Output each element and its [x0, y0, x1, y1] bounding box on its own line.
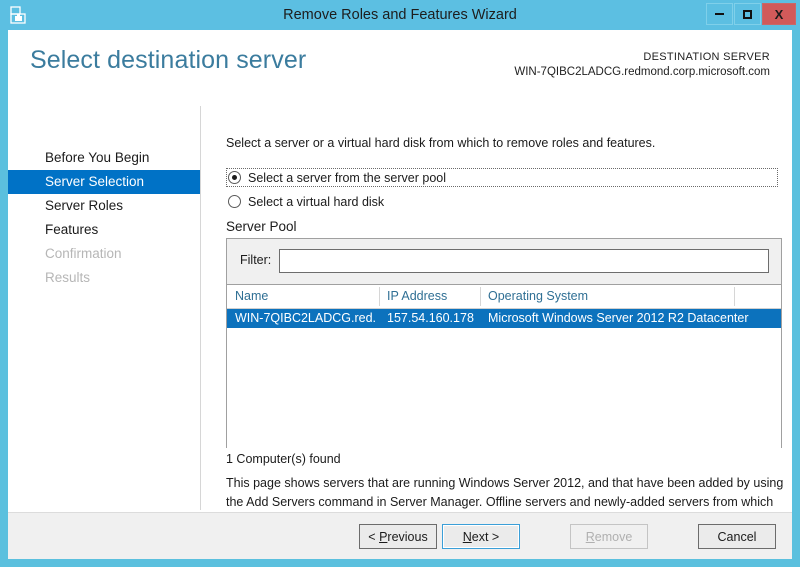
- radio-select-server-pool[interactable]: Select a server from the server pool: [226, 168, 778, 187]
- previous-button[interactable]: < Previous: [359, 524, 437, 549]
- next-button[interactable]: Next >: [442, 524, 520, 549]
- previous-prefix: <: [368, 529, 380, 544]
- sidebar-item-label: Results: [45, 270, 91, 285]
- remove-accel: R: [585, 529, 595, 544]
- intro-text: Select a server or a virtual hard disk f…: [226, 136, 656, 150]
- remove-suffix: emove: [594, 529, 633, 544]
- cell-name: WIN-7QIBC2LADCG.red...: [235, 311, 377, 325]
- radio-label: Select a virtual hard disk: [248, 194, 385, 209]
- sidebar-item-before-you-begin[interactable]: Before You Begin: [8, 146, 200, 170]
- server-pool-box: Filter: Name IP Address Operating System: [226, 238, 782, 448]
- sidebar-item-label: Server Selection: [45, 174, 145, 189]
- destination-server-block: DESTINATION SERVER WIN-7QIBC2LADCG.redmo…: [514, 50, 770, 80]
- grid-body: WIN-7QIBC2LADCG.red... 157.54.160.178 Mi…: [227, 309, 781, 448]
- wizard-steps-nav: Before You Begin Server Selection Server…: [8, 102, 200, 513]
- sidebar-item-label: Confirmation: [45, 246, 122, 261]
- sidebar-item-confirmation: Confirmation: [8, 242, 200, 266]
- column-header-name[interactable]: Name: [235, 285, 268, 308]
- filter-label: Filter:: [240, 253, 272, 267]
- table-row[interactable]: WIN-7QIBC2LADCG.red... 157.54.160.178 Mi…: [227, 309, 781, 328]
- previous-suffix: revious: [387, 529, 428, 544]
- radio-select-virtual-hard-disk[interactable]: Select a virtual hard disk: [226, 192, 384, 211]
- minimize-button[interactable]: [706, 3, 733, 25]
- cell-ip-address: 157.54.160.178: [387, 311, 474, 325]
- maximize-button[interactable]: [734, 3, 761, 25]
- sidebar-item-server-roles[interactable]: Server Roles: [8, 194, 200, 218]
- server-pool-heading: Server Pool: [226, 219, 297, 234]
- radio-label: Select a server from the server pool: [248, 170, 446, 185]
- filter-bar: Filter:: [227, 239, 781, 285]
- grid-header-row: Name IP Address Operating System: [227, 285, 781, 309]
- column-header-operating-system[interactable]: Operating System: [488, 285, 588, 308]
- cancel-button[interactable]: Cancel: [698, 524, 776, 549]
- sidebar-item-server-selection[interactable]: Server Selection: [8, 170, 200, 194]
- destination-server-label: DESTINATION SERVER: [643, 51, 770, 63]
- wizard-window: Remove Roles and Features Wizard X Selec…: [0, 0, 800, 567]
- minimize-icon: [715, 13, 724, 15]
- wizard-panel: Select destination server DESTINATION SE…: [8, 30, 792, 559]
- close-button[interactable]: X: [762, 3, 796, 25]
- column-separator[interactable]: [734, 287, 735, 306]
- page-title: Select destination server: [30, 46, 307, 74]
- destination-server-name: WIN-7QIBC2LADCG.redmond.corp.microsoft.c…: [514, 65, 770, 78]
- sidebar-item-features[interactable]: Features: [8, 218, 200, 242]
- window-title: Remove Roles and Features Wizard: [283, 7, 517, 23]
- filter-input[interactable]: [279, 249, 769, 273]
- sidebar-item-label: Server Roles: [45, 198, 124, 213]
- next-accel: N: [462, 529, 472, 544]
- page-header: Select destination server DESTINATION SE…: [8, 30, 792, 102]
- computers-found-status: 1 Computer(s) found: [226, 452, 341, 466]
- title-bar[interactable]: Remove Roles and Features Wizard X: [0, 0, 800, 30]
- radio-unselected-icon: [228, 195, 241, 208]
- cell-operating-system: Microsoft Windows Server 2012 R2 Datacen…: [488, 311, 749, 325]
- column-header-ip-address[interactable]: IP Address: [387, 285, 447, 308]
- wizard-footer: < Previous Next > Remove Cancel: [8, 512, 792, 559]
- next-suffix: ext >: [471, 529, 500, 544]
- radio-selected-icon: [228, 171, 241, 184]
- server-grid: Name IP Address Operating System WIN-7QI…: [227, 285, 781, 448]
- column-separator[interactable]: [480, 287, 481, 306]
- content-area: Select a server or a virtual hard disk f…: [200, 102, 792, 529]
- sidebar-item-label: Before You Begin: [45, 150, 150, 165]
- column-separator[interactable]: [379, 287, 380, 306]
- sidebar-item-label: Features: [45, 222, 99, 237]
- remove-button: Remove: [570, 524, 648, 549]
- sidebar-item-results: Results: [8, 266, 200, 290]
- maximize-icon: [743, 9, 752, 19]
